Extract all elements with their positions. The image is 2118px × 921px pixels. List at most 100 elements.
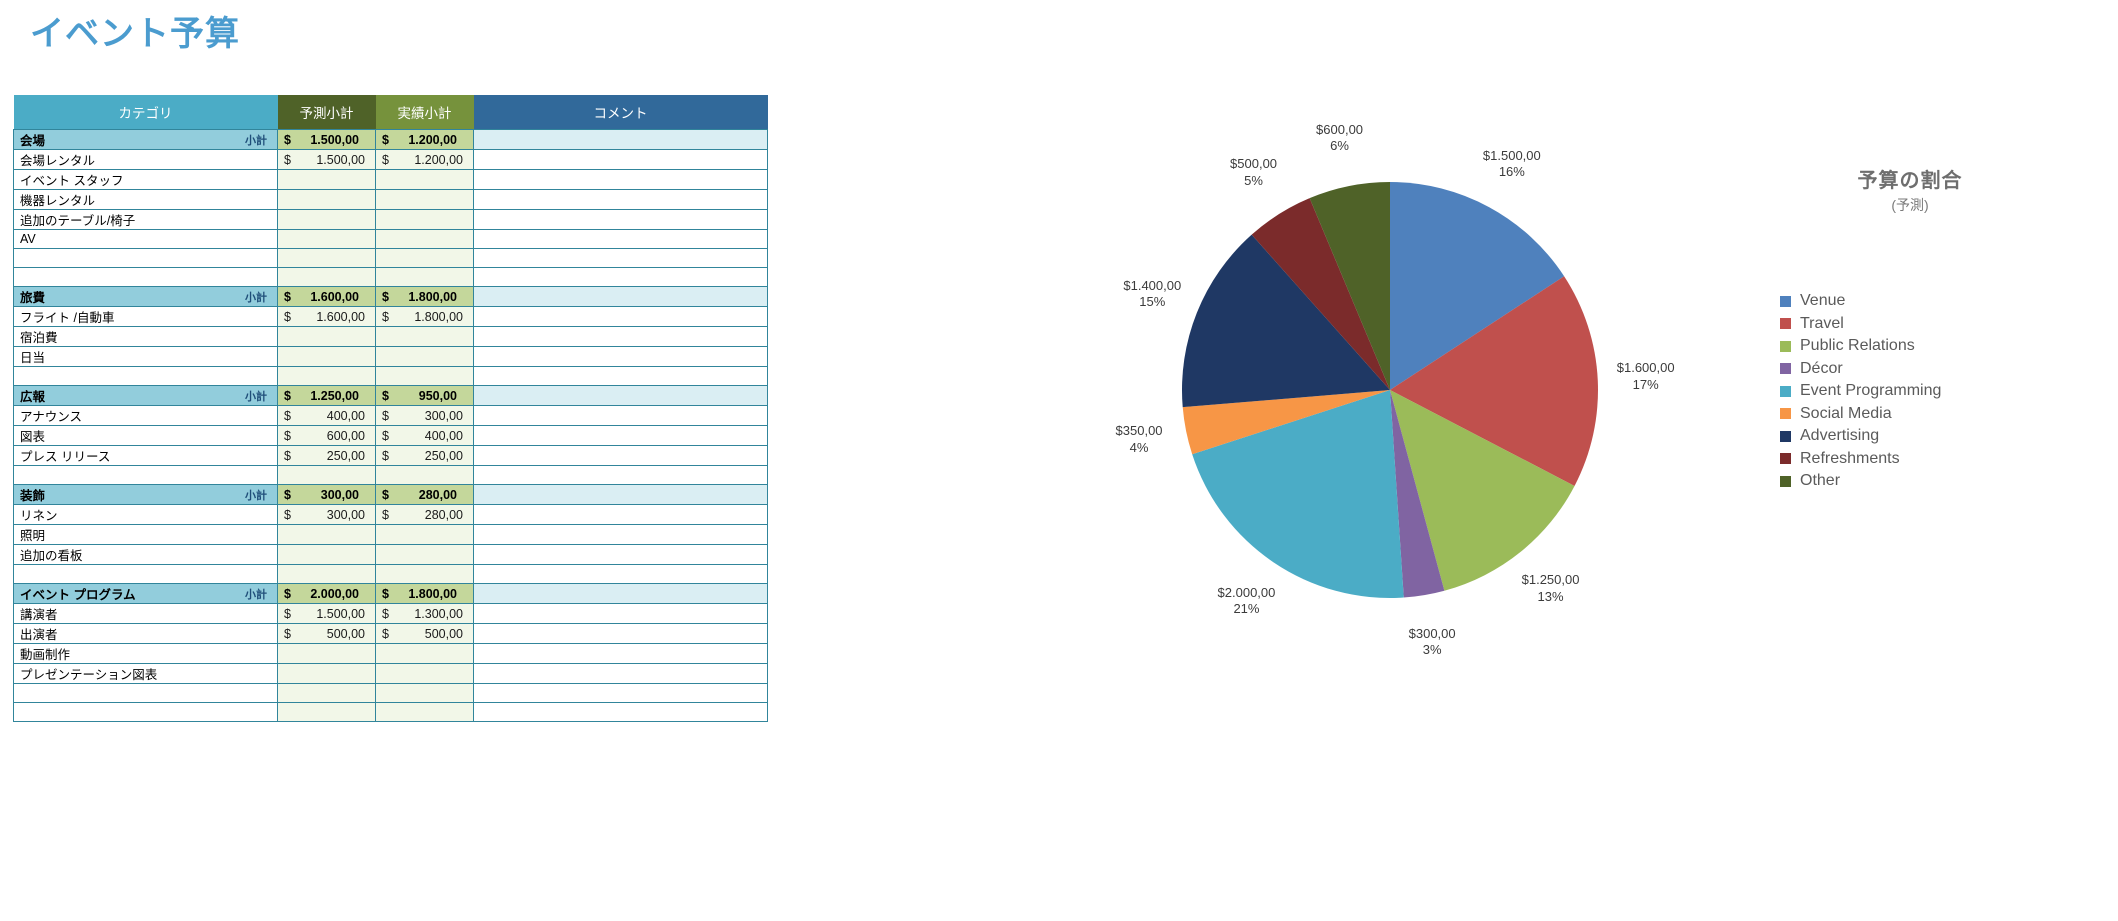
item-amount-cell[interactable] (277, 524, 376, 545)
item-amount-cell[interactable]: $1.800,00 (375, 306, 474, 327)
category-comment-cell[interactable] (473, 385, 768, 406)
item-amount-cell[interactable] (375, 209, 474, 230)
item-amount-cell[interactable]: $1.200,00 (375, 149, 474, 170)
item-comment-cell[interactable] (473, 623, 768, 644)
subtotal-amount-cell[interactable]: $1.600,00 (277, 286, 376, 307)
category-comment-cell[interactable] (473, 286, 768, 307)
item-name-cell[interactable] (13, 564, 278, 584)
item-name-cell[interactable]: 日当 (13, 346, 278, 367)
item-name-cell[interactable] (13, 248, 278, 268)
item-name-cell[interactable]: プレゼンテーション図表 (13, 663, 278, 684)
item-amount-cell[interactable]: $400,00 (375, 425, 474, 446)
item-name-cell[interactable]: フライト /自動車 (13, 306, 278, 327)
item-comment-cell[interactable] (473, 326, 768, 347)
item-amount-cell[interactable] (277, 326, 376, 347)
category-name-cell[interactable]: 旅費 小計 (13, 286, 278, 307)
item-name-cell[interactable]: 講演者 (13, 603, 278, 624)
item-comment-cell[interactable] (473, 702, 768, 722)
legend-item[interactable]: Public Relations (1780, 335, 2080, 358)
item-comment-cell[interactable] (473, 544, 768, 565)
item-name-cell[interactable] (13, 702, 278, 722)
item-name-cell[interactable]: イベント スタッフ (13, 169, 278, 190)
subtotal-amount-cell[interactable]: $950,00 (375, 385, 474, 406)
item-name-cell[interactable]: AV (13, 229, 278, 249)
legend-item[interactable]: Refreshments (1780, 448, 2080, 471)
item-amount-cell[interactable]: $250,00 (277, 445, 376, 466)
item-amount-cell[interactable] (277, 702, 376, 722)
subtotal-amount-cell[interactable]: $1.200,00 (375, 129, 474, 150)
item-comment-cell[interactable] (473, 564, 768, 584)
item-comment-cell[interactable] (473, 189, 768, 210)
item-amount-cell[interactable] (375, 189, 474, 210)
item-amount-cell[interactable] (277, 267, 376, 287)
item-amount-cell[interactable] (375, 544, 474, 565)
item-comment-cell[interactable] (473, 504, 768, 525)
item-amount-cell[interactable] (277, 169, 376, 190)
item-amount-cell[interactable] (277, 189, 376, 210)
item-name-cell[interactable]: 照明 (13, 524, 278, 545)
item-name-cell[interactable]: 出演者 (13, 623, 278, 644)
item-amount-cell[interactable]: $1.500,00 (277, 603, 376, 624)
item-comment-cell[interactable] (473, 169, 768, 190)
item-amount-cell[interactable] (375, 564, 474, 584)
item-name-cell[interactable]: 会場レンタル (13, 149, 278, 170)
subtotal-amount-cell[interactable]: $1.800,00 (375, 286, 474, 307)
item-amount-cell[interactable] (277, 465, 376, 485)
item-comment-cell[interactable] (473, 663, 768, 684)
item-amount-cell[interactable] (277, 564, 376, 584)
item-amount-cell[interactable]: $1.300,00 (375, 603, 474, 624)
item-amount-cell[interactable] (277, 248, 376, 268)
item-name-cell[interactable]: 追加のテーブル/椅子 (13, 209, 278, 230)
item-comment-cell[interactable] (473, 405, 768, 426)
item-comment-cell[interactable] (473, 267, 768, 287)
item-comment-cell[interactable] (473, 366, 768, 386)
item-amount-cell[interactable]: $1.600,00 (277, 306, 376, 327)
item-amount-cell[interactable] (375, 683, 474, 703)
legend-item[interactable]: Décor (1780, 358, 2080, 381)
category-comment-cell[interactable] (473, 129, 768, 150)
subtotal-amount-cell[interactable]: $300,00 (277, 484, 376, 505)
item-name-cell[interactable]: 動画制作 (13, 643, 278, 664)
item-comment-cell[interactable] (473, 683, 768, 703)
item-amount-cell[interactable]: $600,00 (277, 425, 376, 446)
item-amount-cell[interactable] (375, 169, 474, 190)
item-amount-cell[interactable] (277, 544, 376, 565)
item-comment-cell[interactable] (473, 445, 768, 466)
item-name-cell[interactable] (13, 267, 278, 287)
legend-item[interactable]: Other (1780, 470, 2080, 493)
item-amount-cell[interactable] (375, 366, 474, 386)
item-comment-cell[interactable] (473, 149, 768, 170)
category-name-cell[interactable]: 広報 小計 (13, 385, 278, 406)
item-name-cell[interactable]: プレス リリース (13, 445, 278, 466)
item-name-cell[interactable] (13, 465, 278, 485)
item-comment-cell[interactable] (473, 603, 768, 624)
item-name-cell[interactable] (13, 366, 278, 386)
subtotal-amount-cell[interactable]: $1.500,00 (277, 129, 376, 150)
item-comment-cell[interactable] (473, 306, 768, 327)
item-comment-cell[interactable] (473, 425, 768, 446)
item-amount-cell[interactable] (375, 248, 474, 268)
item-comment-cell[interactable] (473, 248, 768, 268)
item-amount-cell[interactable] (277, 663, 376, 684)
item-amount-cell[interactable] (375, 465, 474, 485)
item-comment-cell[interactable] (473, 524, 768, 545)
item-amount-cell[interactable] (375, 229, 474, 249)
legend-item[interactable]: Travel (1780, 313, 2080, 336)
item-comment-cell[interactable] (473, 643, 768, 664)
legend-item[interactable]: Advertising (1780, 425, 2080, 448)
item-amount-cell[interactable] (375, 663, 474, 684)
item-amount-cell[interactable] (375, 524, 474, 545)
item-amount-cell[interactable]: $500,00 (277, 623, 376, 644)
subtotal-amount-cell[interactable]: $1.250,00 (277, 385, 376, 406)
item-amount-cell[interactable] (277, 209, 376, 230)
item-amount-cell[interactable]: $280,00 (375, 504, 474, 525)
item-name-cell[interactable]: リネン (13, 504, 278, 525)
item-amount-cell[interactable]: $300,00 (375, 405, 474, 426)
item-amount-cell[interactable] (375, 267, 474, 287)
subtotal-amount-cell[interactable]: $280,00 (375, 484, 474, 505)
item-amount-cell[interactable] (277, 366, 376, 386)
item-amount-cell[interactable]: $500,00 (375, 623, 474, 644)
item-amount-cell[interactable]: $400,00 (277, 405, 376, 426)
item-amount-cell[interactable] (375, 346, 474, 367)
item-amount-cell[interactable]: $250,00 (375, 445, 474, 466)
